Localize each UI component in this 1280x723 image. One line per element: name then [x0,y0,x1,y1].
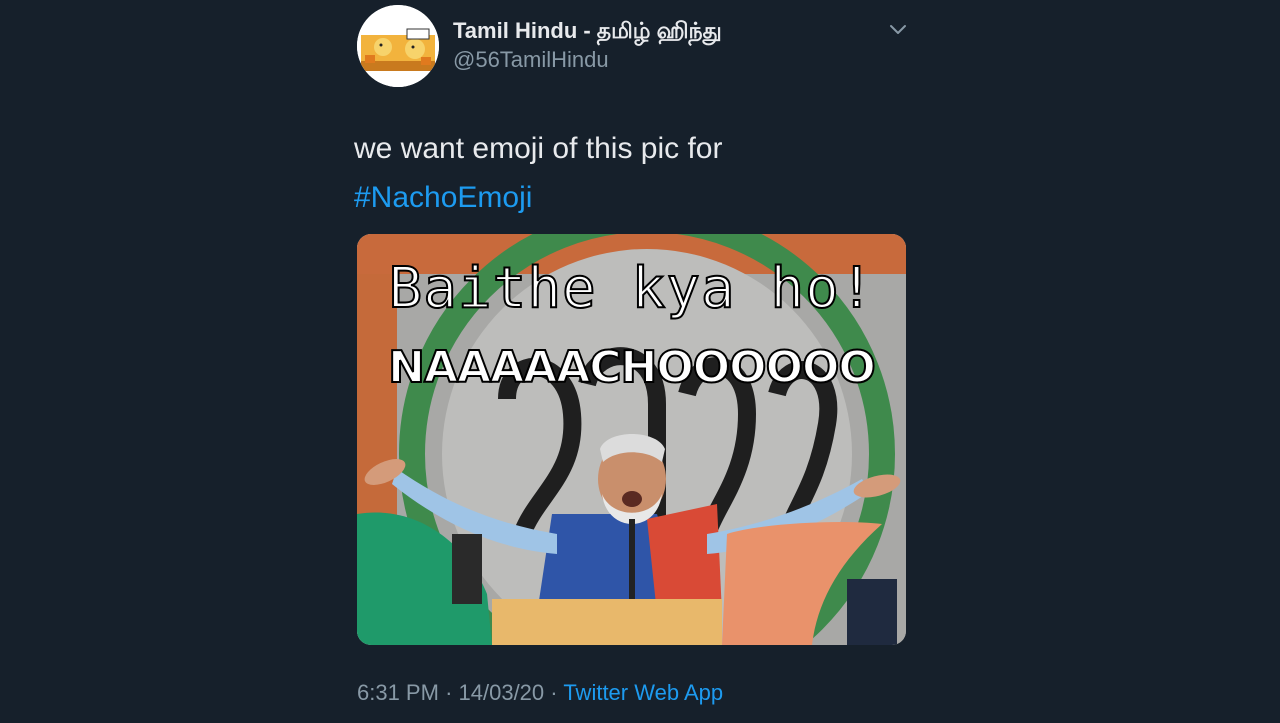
tweet-time[interactable]: 6:31 PM [357,680,439,705]
tweet-source-link[interactable]: Twitter Web App [563,680,723,705]
meta-separator: · [445,680,453,705]
tweet-body: we want emoji of this pic for [354,132,723,165]
chevron-down-icon[interactable] [886,20,910,40]
hashtag-link[interactable]: #NachoEmoji [354,173,722,222]
author-handle[interactable]: @56TamilHindu [453,47,609,73]
tweet-date[interactable]: 14/03/20 [459,680,545,705]
tweet-text: we want emoji of this pic for #NachoEmoj… [354,124,722,222]
meme-caption-bottom: NAAAAACHOOOOOO [387,341,877,394]
meta-separator: · [550,680,558,705]
tweet-meta: 6:31 PM · 14/03/20 · Twitter Web App [357,680,723,706]
avatar[interactable] [357,5,439,87]
tweet-media[interactable]: Baithe kya ho! NAAAAACHOOOOOO [357,234,906,645]
tweet-card: Tamil Hindu - தமிழ் ஹிந்து @56TamilHindu… [0,0,1280,723]
meme-caption-top: Baithe kya ho! [387,255,875,322]
author-name[interactable]: Tamil Hindu - தமிழ் ஹிந்து [453,18,722,47]
